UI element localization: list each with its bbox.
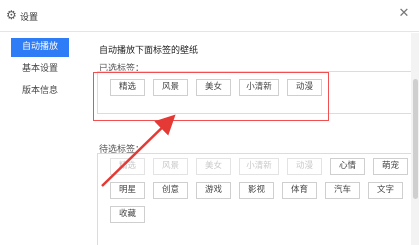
- annotation-arrow: [101, 114, 176, 187]
